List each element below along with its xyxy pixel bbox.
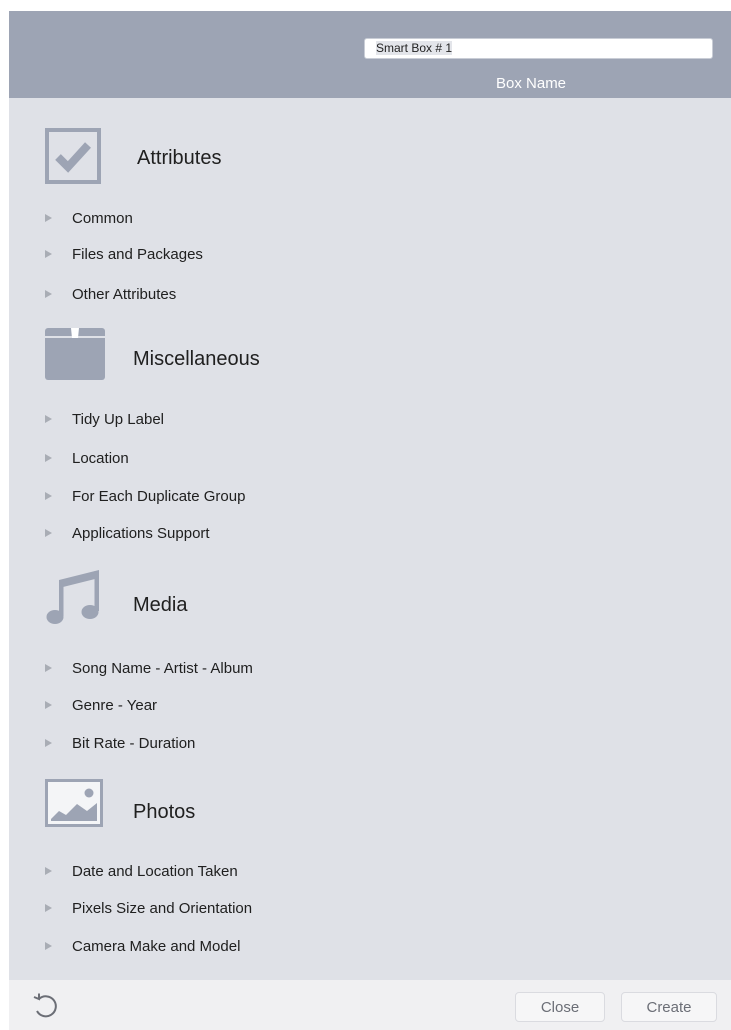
photo-icon <box>45 779 103 827</box>
box-name-value: Smart Box # 1 <box>376 41 453 55</box>
disclosure-triangle-icon <box>45 701 52 709</box>
criteria-item-tidy-up-label[interactable]: Tidy Up Label <box>45 409 164 429</box>
criteria-item-label: Date and Location Taken <box>72 862 238 880</box>
box-icon <box>45 328 105 380</box>
disclosure-triangle-icon <box>45 214 52 222</box>
criteria-item-label: Camera Make and Model <box>72 937 241 955</box>
disclosure-triangle-icon <box>45 492 52 500</box>
section-title-media: Media <box>133 594 188 616</box>
criteria-item-label: Song Name - Artist - Album <box>72 659 253 677</box>
criteria-item-label: Tidy Up Label <box>72 410 164 428</box>
criteria-item-pixels-size-and-orientation[interactable]: Pixels Size and Orientation <box>45 898 252 918</box>
criteria-item-label: For Each Duplicate Group <box>72 487 246 505</box>
footer-bar: Close Create <box>9 980 731 1030</box>
disclosure-triangle-icon <box>45 415 52 423</box>
criteria-item-applications-support[interactable]: Applications Support <box>45 523 210 543</box>
section-title-attributes: Attributes <box>137 147 222 169</box>
create-button[interactable]: Create <box>621 992 717 1022</box>
disclosure-triangle-icon <box>45 904 52 912</box>
criteria-item-label: Genre - Year <box>72 696 158 714</box>
disclosure-triangle-icon <box>45 867 52 875</box>
criteria-item-location[interactable]: Location <box>45 448 129 468</box>
criteria-item-label: Bit Rate - Duration <box>72 734 196 752</box>
close-button[interactable]: Close <box>515 992 605 1022</box>
disclosure-triangle-icon <box>45 529 52 537</box>
disclosure-triangle-icon <box>45 942 52 950</box>
disclosure-triangle-icon <box>45 664 52 672</box>
header-bar: Smart Box # 1 Box Name <box>9 11 731 98</box>
criteria-item-label: Common <box>72 209 133 227</box>
criteria-item-genre-year[interactable]: Genre - Year <box>45 695 157 715</box>
section-title-photos: Photos <box>133 801 196 823</box>
revert-icon[interactable] <box>30 991 62 1023</box>
criteria-item-label: Location <box>72 449 129 467</box>
criteria-item-label: Files and Packages <box>72 245 203 263</box>
criteria-item-files-and-packages[interactable]: Files and Packages <box>45 244 203 264</box>
criteria-item-label: Applications Support <box>72 524 210 542</box>
smart-box-window: Smart Box # 1 Box Name Attributes Common… <box>9 11 731 1030</box>
criteria-list: Attributes Common Files and Packages Oth… <box>9 98 731 980</box>
disclosure-triangle-icon <box>45 454 52 462</box>
disclosure-triangle-icon <box>45 290 52 298</box>
disclosure-triangle-icon <box>45 250 52 258</box>
checkbox-checked-icon <box>45 128 101 184</box>
criteria-item-label: Pixels Size and Orientation <box>72 899 253 917</box>
box-name-input[interactable]: Smart Box # 1 <box>364 38 713 59</box>
criteria-item-camera-make-and-model[interactable]: Camera Make and Model <box>45 936 240 956</box>
disclosure-triangle-icon <box>45 739 52 747</box>
criteria-item-for-each-duplicate-group[interactable]: For Each Duplicate Group <box>45 486 245 506</box>
box-name-label: Box Name <box>496 75 567 92</box>
criteria-item-song-name-artist-album[interactable]: Song Name - Artist - Album <box>45 658 253 678</box>
criteria-item-bit-rate-duration[interactable]: Bit Rate - Duration <box>45 733 195 753</box>
music-note-icon <box>46 570 99 624</box>
section-title-miscellaneous: Miscellaneous <box>133 348 260 370</box>
criteria-item-label: Other Attributes <box>72 285 177 303</box>
criteria-item-other-attributes[interactable]: Other Attributes <box>45 284 176 304</box>
criteria-item-date-and-location-taken[interactable]: Date and Location Taken <box>45 861 238 881</box>
criteria-item-common[interactable]: Common <box>45 208 133 228</box>
